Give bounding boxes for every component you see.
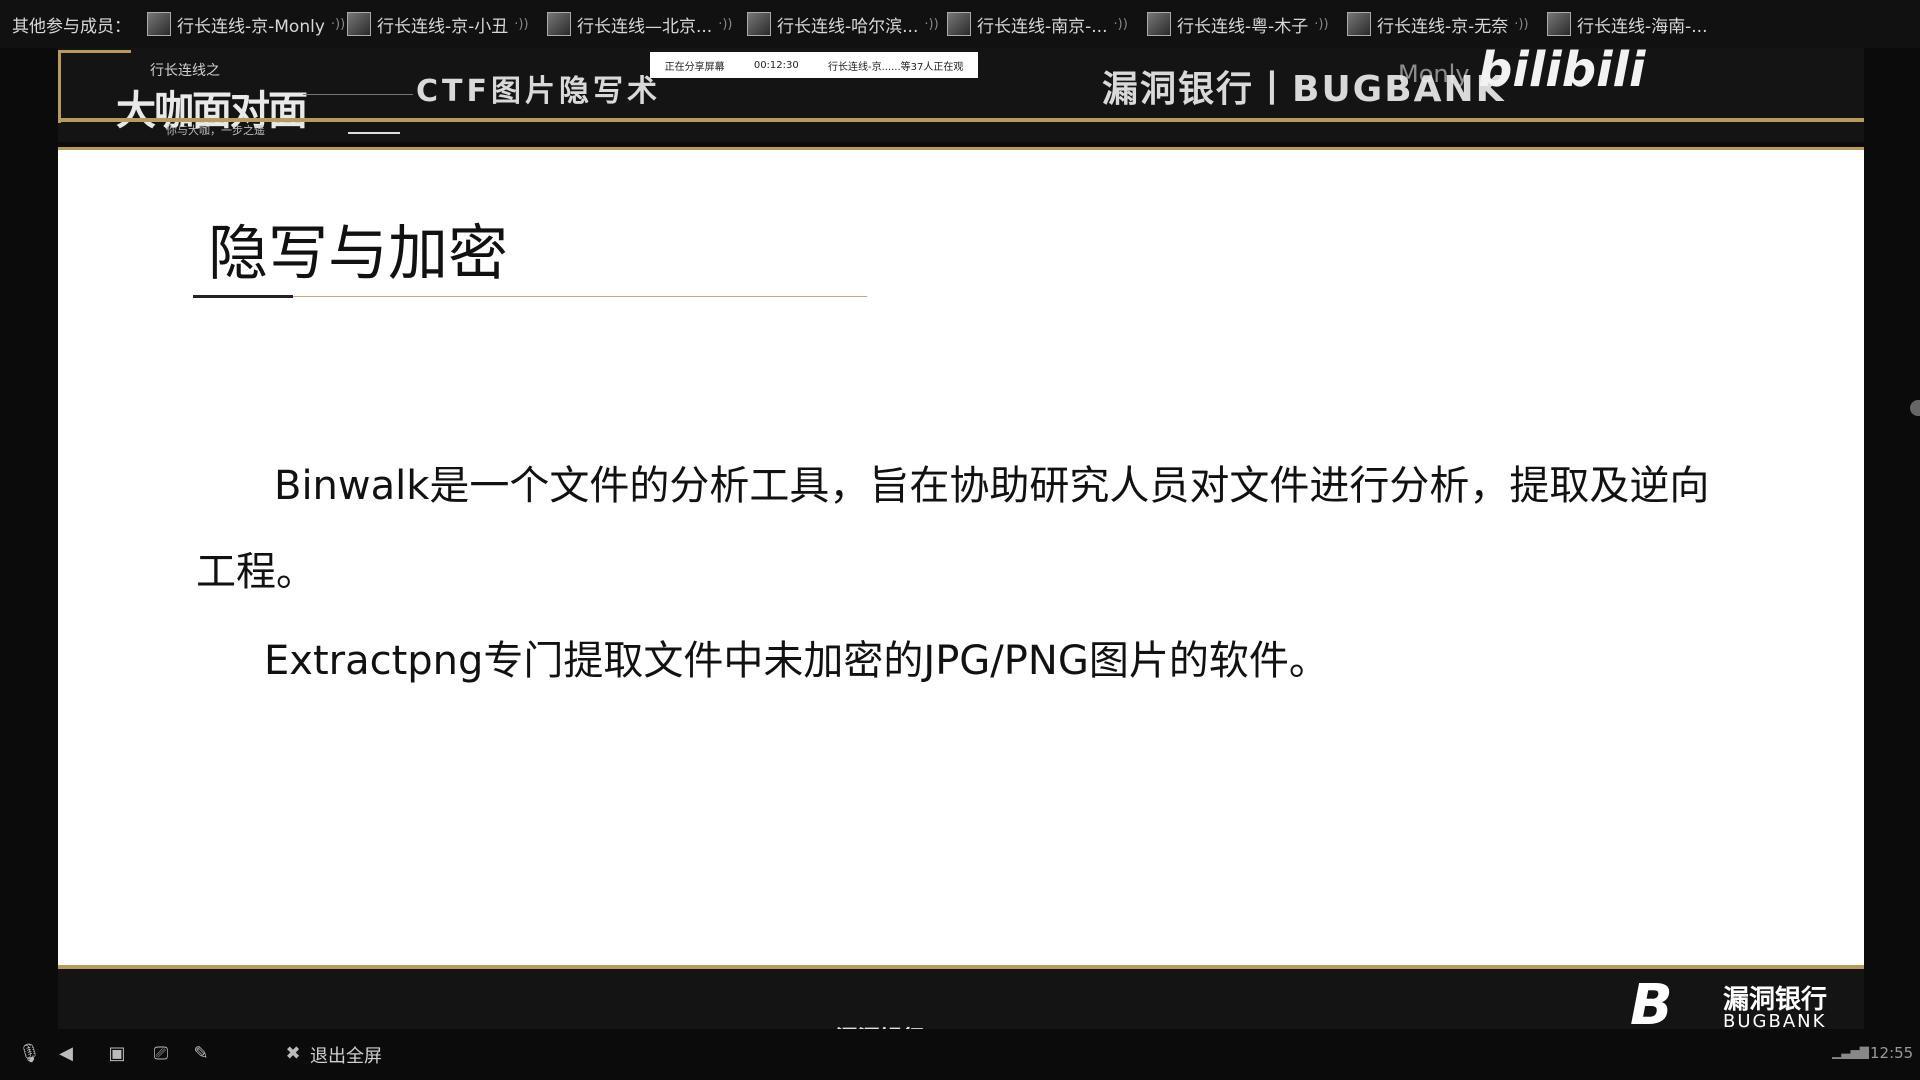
- share-status: 正在分享屏幕: [664, 61, 725, 73]
- participant-item[interactable]: 行长连线-哈尔滨... ·)): [747, 12, 947, 37]
- avatar: [1547, 12, 1571, 36]
- participant-name: 行长连线-京-无奈: [1377, 16, 1509, 37]
- speaker-icon[interactable]: ◀: [55, 1043, 77, 1065]
- footer-brand-en: BUGBANK: [1723, 1011, 1827, 1029]
- title-underline: [193, 296, 867, 297]
- participant-item[interactable]: 行长连线-粤-木子 ·)): [1147, 12, 1347, 37]
- screen-share-status-bar[interactable]: 正在分享屏幕 00:12:30 行长连线-京......等37人正在观: [650, 52, 978, 78]
- logo-tagline: 你与大咖，一步之遥: [166, 124, 265, 137]
- audio-wave-icon: ·)): [1314, 16, 1329, 32]
- participant-item[interactable]: 行长连线—北京... ·)): [547, 12, 747, 37]
- participants-bar: 其他参与成员： 行长连线-京-Monly ·)) 行长连线-京-小丑 ·)) 行长连…: [0, 0, 1920, 48]
- avatar: [947, 12, 971, 36]
- user-overlay-label: Monly: [1398, 60, 1470, 88]
- player-controls: 🎙 ◀ ▣ ⎚ ✎ ✖ 退出全屏 ▁▃▅▇ 12:55: [0, 1029, 1920, 1080]
- participant-name: 行长连线-南京-...: [977, 16, 1108, 37]
- avatar: [747, 12, 771, 36]
- exit-fullscreen-button[interactable]: 退出全屏: [310, 1042, 382, 1068]
- participant-name: 行长连线-哈尔滨...: [777, 16, 919, 37]
- clock-time: 12:55: [1870, 1044, 1914, 1062]
- participant-name: 行长连线-京-Monly: [177, 16, 325, 37]
- participant-name: 行长连线-粤-木子: [1177, 16, 1309, 37]
- edit-icon[interactable]: ✎: [190, 1043, 212, 1065]
- signal-icon: ▁▃▅▇: [1832, 1045, 1869, 1059]
- mic-muted-icon[interactable]: 🎙: [18, 1043, 41, 1065]
- viewer-count: 行长连线-京......等37人正在观: [827, 61, 964, 73]
- participant-item[interactable]: 行长连线-京-小丑 ·)): [347, 12, 547, 37]
- footer-brand-text: 漏洞银行 | BUGBANK: [836, 1021, 1069, 1029]
- share-timer: 00:12:30: [753, 59, 799, 71]
- participant-item[interactable]: 行长连线-南京-... ·)): [947, 12, 1147, 37]
- audio-wave-icon: ·)): [718, 16, 733, 32]
- participant-item[interactable]: 行长连线-海南-...: [1547, 12, 1747, 37]
- participants-label: 其他参与成员：: [12, 16, 131, 37]
- avatar: [347, 12, 371, 36]
- logo-top-text: 行长连线之: [150, 63, 220, 79]
- course-title: CTF图片隐写术: [416, 74, 661, 109]
- participant-item[interactable]: 行长连线-京-Monly ·)): [147, 12, 347, 37]
- avatar: [147, 12, 171, 36]
- audio-wave-icon: ·)): [924, 16, 939, 32]
- bilibili-logo: bilibili: [1478, 42, 1646, 98]
- screen-share-icon[interactable]: ⎚: [150, 1043, 172, 1065]
- audio-wave-icon: ·)): [514, 16, 529, 32]
- side-panel-handle[interactable]: [1910, 400, 1920, 416]
- avatar: [1147, 12, 1171, 36]
- gold-border: [58, 118, 1864, 122]
- avatar: [1347, 12, 1371, 36]
- bugbank-logo-icon: B: [1630, 973, 1673, 1029]
- divider: [348, 132, 400, 134]
- slide-paragraph-extractpng: Extractpng专门提取文件中未加密的JPG/PNG图片的软件。: [264, 638, 1329, 684]
- stream-header: 行长连线之 大咖面对面 你与大咖，一步之遥 CTF图片隐写术 正在分享屏幕 00…: [58, 42, 1864, 142]
- audio-wave-icon: ·)): [1514, 16, 1529, 32]
- divider: [303, 94, 413, 95]
- title-underline-accent: [193, 295, 293, 298]
- slide: 隐写与加密 Binwalk是一个文件的分析工具，旨在协助研究人员对文件进行分析，…: [58, 147, 1864, 968]
- participant-item[interactable]: 行长连线-京-无奈 ·)): [1347, 12, 1547, 37]
- camera-off-icon[interactable]: ▣: [106, 1043, 128, 1065]
- avatar: [547, 12, 571, 36]
- participant-name: 行长连线—北京...: [577, 16, 713, 37]
- participant-name: 行长连线-海南-...: [1577, 16, 1708, 37]
- slide-title: 隐写与加密: [208, 219, 508, 289]
- stream-footer: 漏洞银行 | BUGBANK B 漏洞银行 BUGBANK: [58, 965, 1864, 1029]
- audio-wave-icon: ·)): [1113, 16, 1128, 32]
- audio-wave-icon: ·)): [330, 16, 346, 32]
- participant-name: 行长连线-京-小丑: [377, 16, 509, 37]
- slide-paragraph-binwalk: Binwalk是一个文件的分析工具，旨在协助研究人员对文件进行分析，提取及逆向工…: [196, 463, 1710, 595]
- exit-fullscreen-icon[interactable]: ✖: [282, 1043, 304, 1065]
